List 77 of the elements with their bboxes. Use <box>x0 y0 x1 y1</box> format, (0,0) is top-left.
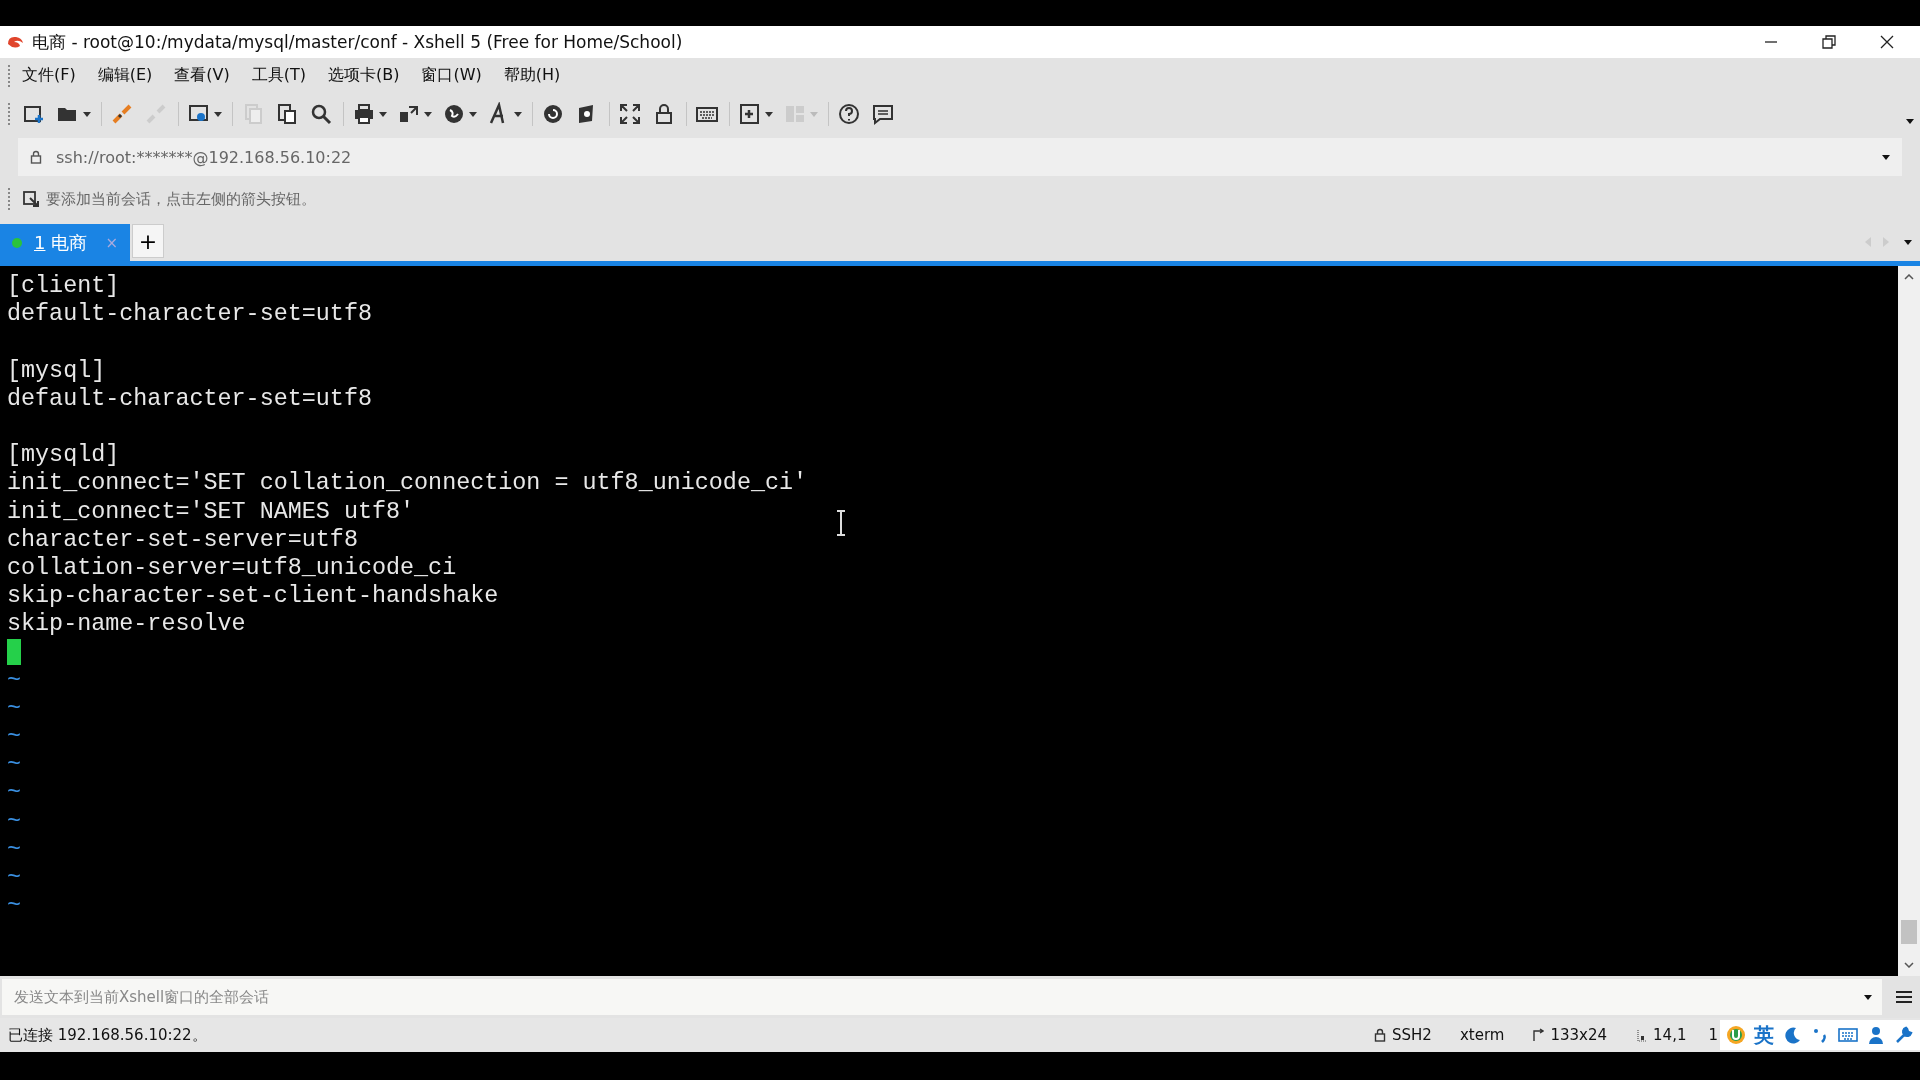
status-text: 1 <box>1708 1026 1718 1044</box>
terminal-line: [mysql] <box>7 356 106 385</box>
scroll-thumb[interactable] <box>1901 920 1917 944</box>
session-tab[interactable]: 1 电商 × <box>0 224 130 261</box>
caret-icon[interactable] <box>379 111 387 117</box>
menu-item[interactable]: 工具(T) <box>251 65 306 86</box>
terminal-size-label: 133x24 <box>1550 1026 1608 1044</box>
terminal-line: [mysqld] <box>7 441 120 470</box>
close-icon[interactable] <box>1880 35 1894 49</box>
text-cursor-icon <box>836 510 846 536</box>
caret-icon[interactable] <box>83 111 91 117</box>
fullscreen-icon[interactable] <box>618 102 642 126</box>
tilde-line: ~ <box>7 807 22 836</box>
connect-icon[interactable] <box>110 102 134 126</box>
terminal-line: init_connect='SET NAMES utf8' <box>7 497 415 526</box>
caret-icon[interactable] <box>214 111 222 117</box>
moon-icon[interactable] <box>1782 1025 1802 1045</box>
menu-item[interactable]: 文件(F) <box>22 65 76 86</box>
add-tab-button[interactable]: + <box>132 224 164 258</box>
add-session-arrow-icon[interactable] <box>22 190 40 208</box>
terminal-line: skip-character-set-client-handshake <box>7 582 499 611</box>
protocol-label: SSH2 <box>1392 1026 1432 1044</box>
caret-icon[interactable] <box>765 111 773 117</box>
menu-item[interactable]: 窗口(W) <box>421 65 482 86</box>
caret-icon[interactable] <box>469 111 477 117</box>
terminal-type-label: xterm <box>1459 1026 1505 1044</box>
scroll-down-icon[interactable] <box>1904 962 1914 968</box>
terminal-line: character-set-server=utf8 <box>7 525 358 554</box>
window-title: 电商 - root@10:/mydata/mysql/master/conf - Xshell 5 (Free for Home/School) <box>32 30 683 54</box>
lock-icon <box>30 150 42 164</box>
menu-item[interactable]: 编辑(E) <box>97 65 153 86</box>
scroll-up-icon[interactable] <box>1904 274 1914 280</box>
help-icon[interactable] <box>837 102 861 126</box>
tilde-line: ~ <box>7 863 22 893</box>
chat-icon[interactable] <box>871 102 895 126</box>
paste-icon[interactable] <box>275 102 299 126</box>
wrench-icon[interactable] <box>1894 1025 1914 1045</box>
restore-icon[interactable] <box>1822 35 1836 49</box>
menu-item[interactable]: 帮助(H) <box>503 65 561 86</box>
menu-icon[interactable] <box>1896 990 1912 1004</box>
caret-icon[interactable] <box>424 111 432 117</box>
scrollbar[interactable] <box>1898 266 1920 976</box>
search-icon[interactable] <box>309 102 333 126</box>
terminal-line: collation-server=utf8_unicode_ci <box>7 553 457 583</box>
terminal-line: init_connect='SET collation_connection = utf8_unicode_ci' <box>7 469 808 498</box>
address-bar[interactable]: ssh://root:*******@192.168.56.10:22 <box>18 138 1902 176</box>
caret-icon[interactable] <box>1864 994 1872 1000</box>
send-text-bar[interactable]: 发送文本到当前Xshell窗口的全部会话 <box>2 979 1882 1015</box>
terminal-line: default-character-set=utf8 <box>7 384 372 413</box>
tilde-line: ~ <box>7 835 22 864</box>
terminal-line: [client] <box>7 272 120 301</box>
lock-icon <box>1374 1028 1387 1042</box>
caret-icon[interactable] <box>514 111 522 117</box>
caret-icon[interactable] <box>1904 239 1912 245</box>
menu-item[interactable]: 查看(V) <box>174 65 230 86</box>
printer-icon[interactable] <box>352 102 376 126</box>
menu-item[interactable]: 选项卡(B) <box>328 65 400 86</box>
caret-icon[interactable] <box>1906 119 1914 124</box>
tilde-line: ~ <box>7 723 22 752</box>
connection-status: 已连接 192.168.56.10:22。 <box>8 1025 207 1045</box>
user-icon[interactable] <box>1866 1025 1886 1045</box>
terminal-line: default-character-set=utf8 <box>7 300 372 329</box>
tilde-line: ~ <box>7 779 22 808</box>
tilde-line: ~ <box>7 892 22 921</box>
app-logo-icon <box>6 34 26 50</box>
input-method-logo-icon[interactable] <box>1726 1025 1746 1045</box>
terminal-line: skip-name-resolve <box>7 610 246 639</box>
tilde-line: ~ <box>7 694 22 723</box>
cursor-position-icon <box>1635 1028 1648 1042</box>
tilde-line: ~ <box>7 666 22 695</box>
tilde-line: ~ <box>7 751 22 780</box>
hint-text: 要添加当前会话，点击左侧的箭头按钮。 <box>46 189 316 209</box>
new-tab-icon[interactable] <box>738 102 762 126</box>
input-mode-toggle[interactable]: 英 <box>1754 1021 1774 1049</box>
caret-icon[interactable] <box>1882 154 1890 160</box>
resize-icon <box>1532 1028 1545 1042</box>
cursor-position-label: 14,1 <box>1653 1026 1687 1044</box>
